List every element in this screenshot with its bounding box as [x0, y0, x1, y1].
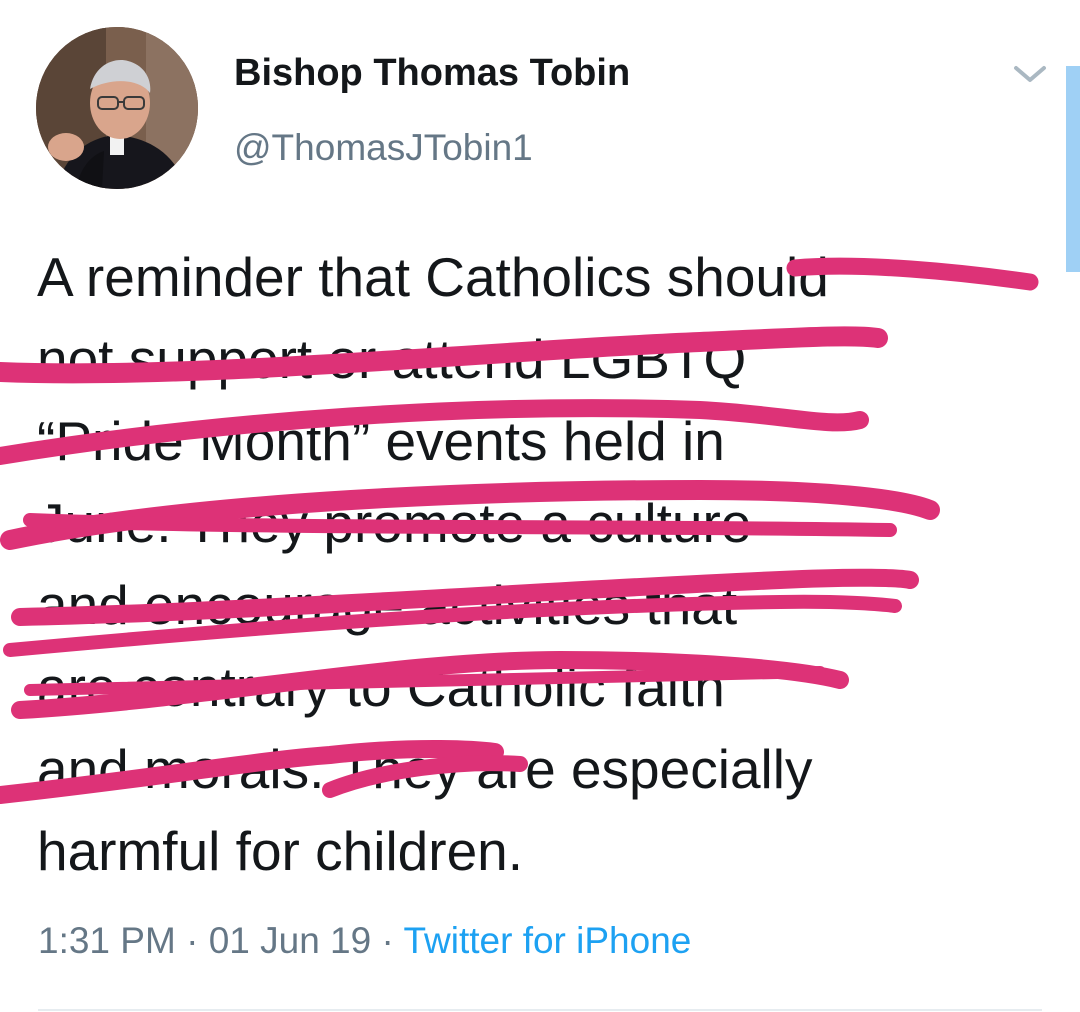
- meta-separator: ·: [186, 920, 199, 961]
- divider: [38, 1009, 1042, 1011]
- tweet-line: are contrary to Catholic faith: [37, 656, 725, 718]
- tweet-line: and morals. They are especially: [37, 738, 813, 800]
- tweet-date: 01 Jun 19: [208, 920, 372, 961]
- tweet-line: harmful for children.: [37, 820, 524, 882]
- tweet-metadata: 1:31 PM · 01 Jun 19 · Twitter for iPhone: [38, 920, 691, 962]
- display-name[interactable]: Bishop Thomas Tobin: [234, 52, 630, 95]
- scrollbar[interactable]: [1066, 66, 1080, 272]
- tweet-line: “Pride Month” events held in: [37, 410, 725, 472]
- tweet-source-link[interactable]: Twitter for iPhone: [403, 920, 691, 961]
- tweet-line: A reminder that Catholics should: [37, 246, 829, 308]
- tweet-text: A reminder that Catholics should not sup…: [37, 236, 1037, 892]
- tweet-line: June. They promote a culture: [37, 492, 752, 554]
- avatar-photo: [36, 27, 198, 189]
- user-handle[interactable]: @ThomasJTobin1: [234, 127, 533, 169]
- avatar[interactable]: [36, 27, 198, 189]
- tweet-line: and encourage activities that: [37, 574, 738, 636]
- meta-separator: ·: [381, 920, 394, 961]
- chevron-down-icon[interactable]: [1008, 58, 1052, 88]
- tweet-time: 1:31 PM: [38, 920, 176, 961]
- tweet-line: not support or attend LGBTQ: [37, 328, 747, 390]
